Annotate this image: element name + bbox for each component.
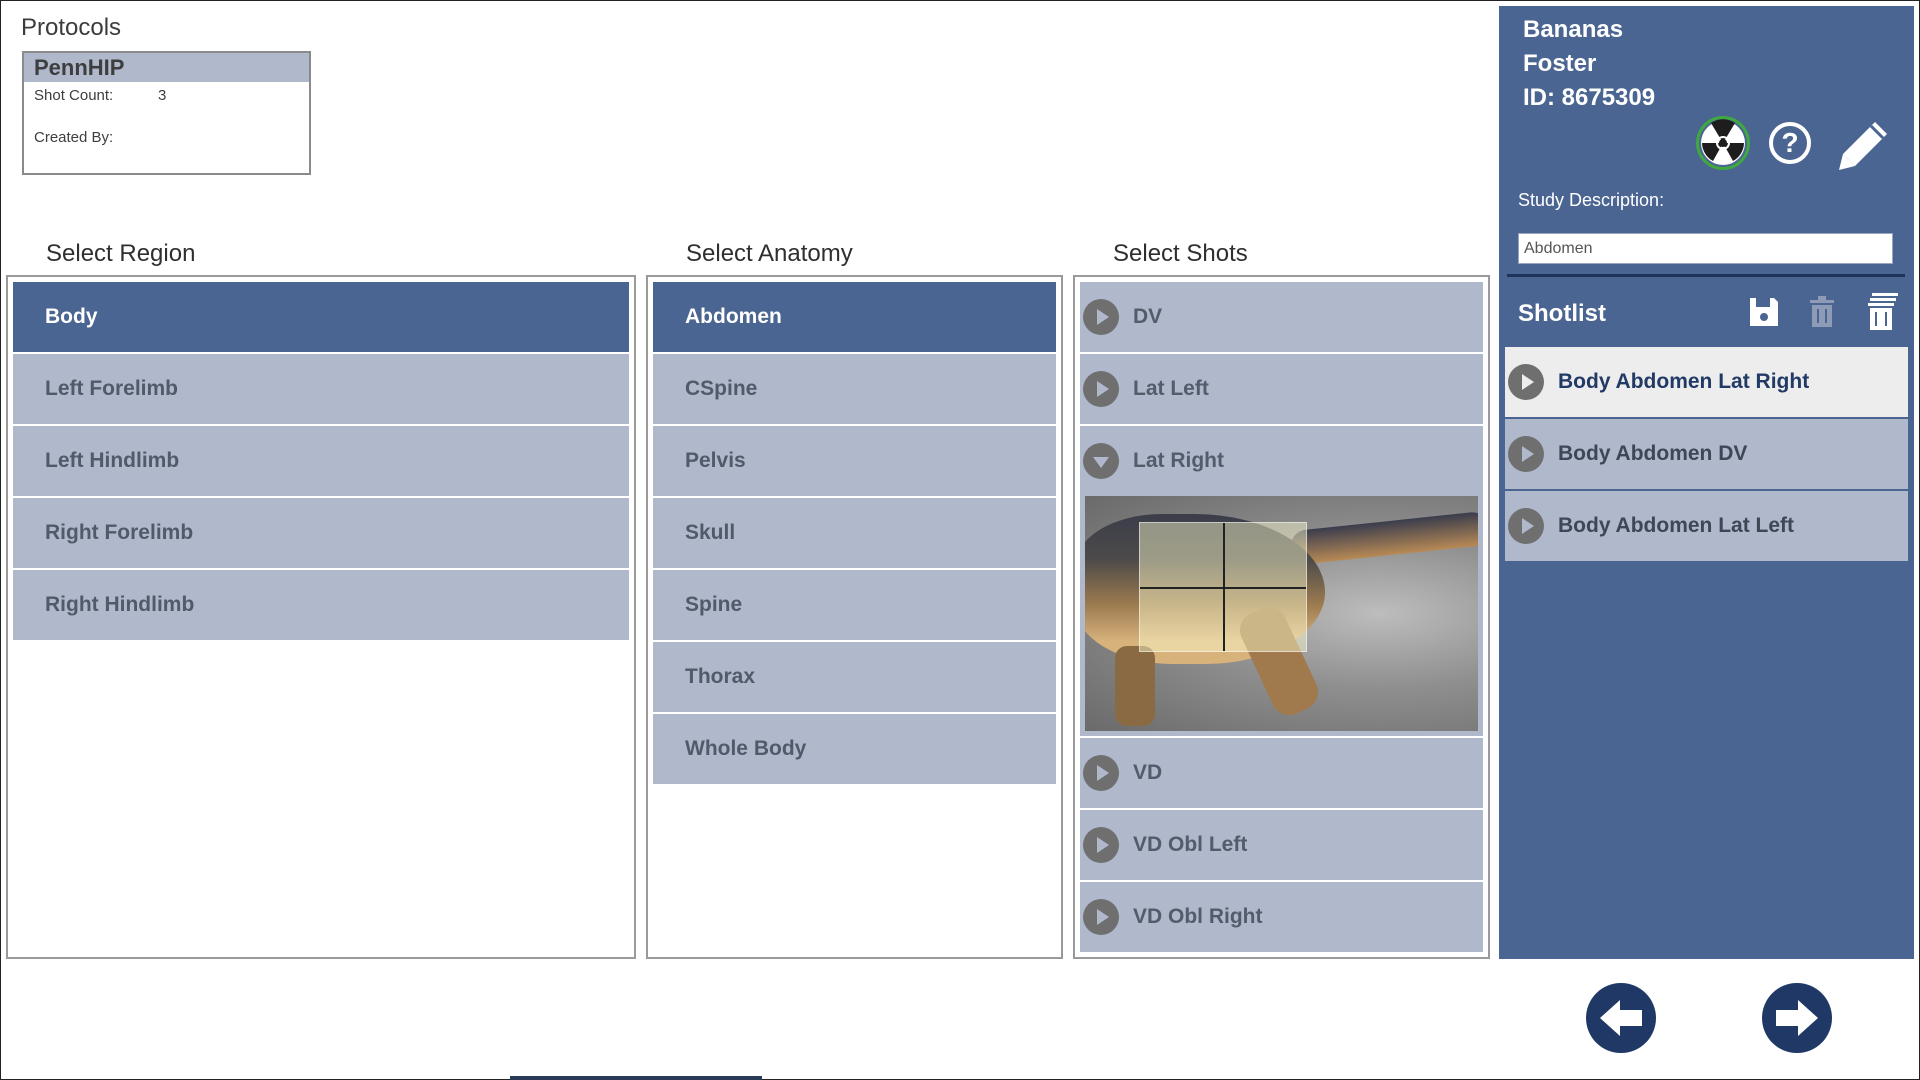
shot-preview (1080, 496, 1483, 736)
shotlist-item-body-abdomen-lat-left[interactable]: Body Abdomen Lat Left (1505, 491, 1908, 561)
collimator-crosshair (1139, 522, 1307, 652)
shot-item-lat-left[interactable]: Lat Left (1080, 354, 1483, 424)
study-description-input[interactable] (1518, 233, 1893, 264)
shot-item-label: VD Obl Left (1133, 833, 1248, 856)
trash-icon[interactable] (1808, 294, 1836, 328)
study-description-label: Study Description: (1518, 190, 1665, 210)
trash-all-icon[interactable] (1866, 291, 1900, 331)
play-icon[interactable] (1508, 364, 1544, 400)
region-item-body[interactable]: Body (13, 282, 629, 352)
help-icon[interactable]: ? (1769, 122, 1811, 164)
shot-item-label: DV (1133, 305, 1163, 328)
sidebar-divider (1507, 274, 1905, 277)
created-by-row: Created By: (24, 129, 309, 151)
region-item-right-forelimb[interactable]: Right Forelimb (13, 498, 629, 568)
shotlist-item-label: Body Abdomen Lat Right (1558, 370, 1810, 393)
anatomy-item-skull[interactable]: Skull (653, 498, 1056, 568)
region-item-left-hindlimb[interactable]: Left Hindlimb (13, 426, 629, 496)
arrow-left-icon (1600, 1000, 1642, 1036)
shotlist-item-body-abdomen-lat-right[interactable]: Body Abdomen Lat Right (1505, 347, 1908, 417)
shot-item-vd-obl-left[interactable]: VD Obl Left (1080, 810, 1483, 880)
anatomy-item-abdomen[interactable]: Abdomen (653, 282, 1056, 352)
expand-icon[interactable] (1083, 299, 1119, 335)
dog-tail (1288, 510, 1478, 566)
anatomy-item-cspine[interactable]: CSpine (653, 354, 1056, 424)
back-button[interactable] (1586, 983, 1656, 1053)
anatomy-panel: Abdomen CSpine Pelvis Skull Spine Thorax Whole… (646, 275, 1063, 959)
shots-panel: DV Lat Left Lat Right VD VD Obl Left VD Obl R… (1073, 275, 1490, 959)
anatomy-item-spine[interactable]: Spine (653, 570, 1056, 640)
patient-last-name: Foster (1523, 50, 1597, 77)
shot-count-value: 3 (158, 87, 167, 104)
patient-sidebar: Bananas Foster ID: 8675309 ? Study Descr… (1499, 6, 1914, 959)
pencil-icon[interactable] (1835, 118, 1891, 174)
select-shots-title: Select Shots (1113, 240, 1248, 267)
region-list: Body Left Forelimb Left Hindlimb Right Fore… (13, 282, 629, 642)
next-button[interactable] (1762, 983, 1832, 1053)
created-by-label: Created By: (34, 129, 114, 146)
collapse-icon[interactable] (1083, 443, 1119, 479)
region-panel: Body Left Forelimb Left Hindlimb Right Fore… (6, 275, 636, 959)
shotlist-item-label: Body Abdomen DV (1558, 442, 1748, 465)
radiation-icon[interactable] (1696, 116, 1750, 170)
positioning-image (1085, 496, 1478, 731)
protocol-name: PennHIP (24, 53, 309, 82)
shot-item-vd-obl-right[interactable]: VD Obl Right (1080, 882, 1483, 952)
shot-item-lat-right[interactable]: Lat Right (1080, 426, 1483, 496)
shot-item-label: VD Obl Right (1133, 905, 1263, 928)
arrow-right-icon (1776, 1000, 1818, 1036)
expand-icon[interactable] (1083, 827, 1119, 863)
region-item-left-forelimb[interactable]: Left Forelimb (13, 354, 629, 424)
expand-icon[interactable] (1083, 899, 1119, 935)
shotlist-item-body-abdomen-dv[interactable]: Body Abdomen DV (1505, 419, 1908, 489)
anatomy-item-pelvis[interactable]: Pelvis (653, 426, 1056, 496)
shot-count-row: Shot Count: 3 (24, 87, 309, 109)
select-anatomy-title: Select Anatomy (686, 240, 853, 267)
dog-leg (1115, 646, 1155, 726)
anatomy-item-thorax[interactable]: Thorax (653, 642, 1056, 712)
play-icon[interactable] (1508, 508, 1544, 544)
anatomy-list: Abdomen CSpine Pelvis Skull Spine Thorax Whole… (653, 282, 1056, 786)
shotlist-list: Body Abdomen Lat Right Body Abdomen DV Bod… (1505, 347, 1908, 563)
protocols-label: Protocols (21, 14, 122, 41)
shot-item-label: VD (1133, 761, 1163, 784)
shotlist-title: Shotlist (1518, 300, 1606, 327)
shot-item-dv[interactable]: DV (1080, 282, 1483, 352)
shotlist-item-label: Body Abdomen Lat Left (1558, 514, 1795, 537)
shot-item-label: Lat Left (1133, 377, 1209, 400)
patient-first-name: Bananas (1523, 16, 1624, 43)
crosshair-horizontal (1140, 587, 1306, 589)
scroll-indicator (510, 1076, 762, 1080)
shots-list: DV Lat Left Lat Right VD VD Obl Left VD Obl R… (1080, 282, 1483, 954)
save-icon[interactable] (1748, 296, 1780, 328)
anatomy-item-whole-body[interactable]: Whole Body (653, 714, 1056, 784)
play-icon[interactable] (1508, 436, 1544, 472)
shot-item-label: Lat Right (1133, 449, 1224, 472)
expand-icon[interactable] (1083, 755, 1119, 791)
shot-item-vd[interactable]: VD (1080, 738, 1483, 808)
patient-id: ID: 8675309 (1523, 84, 1656, 111)
shot-count-label: Shot Count: (34, 87, 114, 104)
region-item-right-hindlimb[interactable]: Right Hindlimb (13, 570, 629, 640)
expand-icon[interactable] (1083, 371, 1119, 407)
protocol-card[interactable]: PennHIP Shot Count: 3 Created By: (22, 51, 311, 175)
select-region-title: Select Region (46, 240, 196, 267)
